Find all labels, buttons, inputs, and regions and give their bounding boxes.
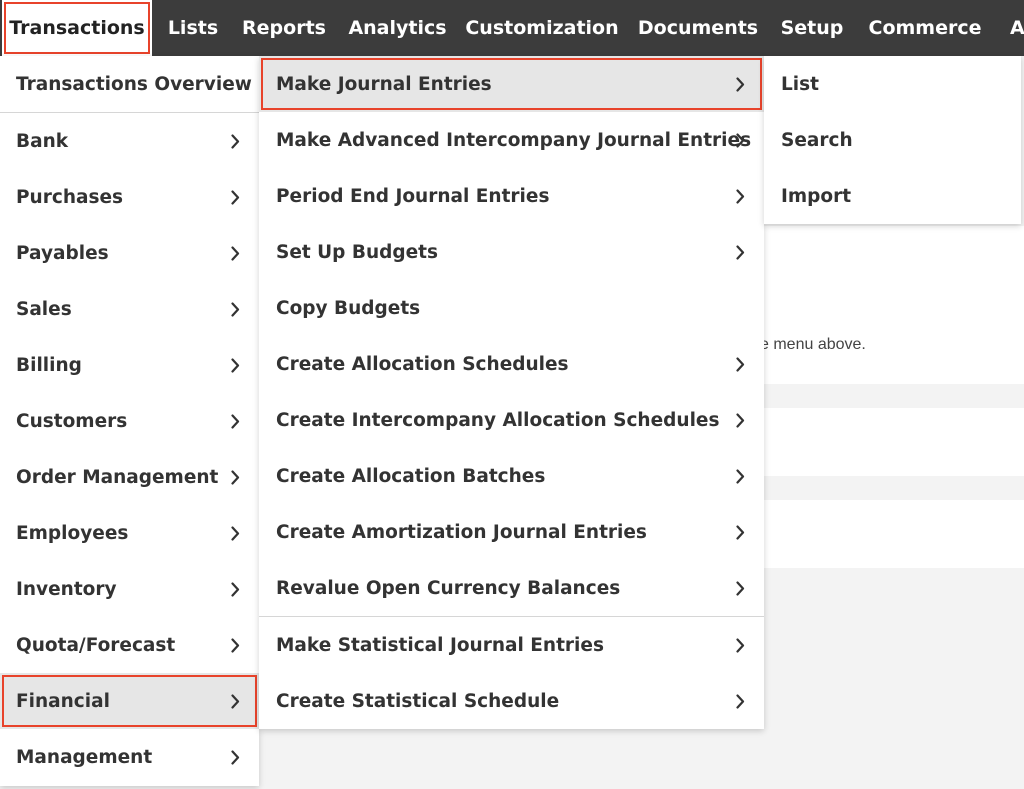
menu-item-amortization-journal[interactable]: Create Amortization Journal Entries [259,504,764,560]
chevron-right-icon [732,580,748,596]
menu-item-label: Period End Journal Entries [276,185,550,207]
menu-item-label: Create Statistical Schedule [276,690,560,712]
chevron-right-icon [227,637,243,653]
menu-item-label: Copy Budgets [276,297,421,319]
menu-item-statistical-schedule[interactable]: Create Statistical Schedule [259,673,764,729]
nav-lists[interactable]: Lists [158,0,228,56]
chevron-right-icon [227,133,243,149]
chevron-right-icon [732,356,748,372]
chevron-right-icon [227,749,243,765]
chevron-right-icon [227,357,243,373]
nav-reports[interactable]: Reports [234,0,334,56]
menu-item-statistical-journal[interactable]: Make Statistical Journal Entries [259,617,764,673]
chevron-right-icon [732,637,748,653]
menu-item-financial[interactable]: Financial [0,673,259,729]
menu-item-label: Order Management [16,466,219,488]
nav-documents[interactable]: Documents [630,0,766,56]
nav-transactions[interactable]: Transactions [2,0,152,56]
menu-item-label: Transactions Overview [16,73,252,95]
menu-item-copy-budgets[interactable]: Copy Budgets [259,280,764,336]
nav-setup[interactable]: Setup [772,0,852,56]
menu-item-label: Employees [16,522,129,544]
menu-item-inventory[interactable]: Inventory [0,561,259,617]
chevron-right-icon [732,188,748,204]
menu-item-revalue-currency-balances[interactable]: Revalue Open Currency Balances [259,560,764,616]
menu-item-bank[interactable]: Bank [0,113,259,169]
menu-item-management[interactable]: Management [0,729,259,785]
chevron-right-icon [732,524,748,540]
page-panel-bottom [760,500,1024,568]
menu-item-label: Make Statistical Journal Entries [276,634,604,656]
menu-item-label: Create Amortization Journal Entries [276,521,647,543]
chevron-right-icon [227,245,243,261]
menu-item-create-allocation-schedules[interactable]: Create Allocation Schedules [259,336,764,392]
chevron-right-icon [732,76,748,92]
menu-item-label: Billing [16,354,82,376]
menu-item-order-management[interactable]: Order Management [0,449,259,505]
menu-item-list[interactable]: List [764,56,1021,112]
menu-item-label: Financial [16,690,110,712]
menu-item-employees[interactable]: Employees [0,505,259,561]
menu-item-advanced-intercompany-journal[interactable]: Make Advanced Intercompany Journal Entri… [259,112,764,168]
chevron-right-icon [732,468,748,484]
menu-item-label: Quota/Forecast [16,634,176,656]
nav-customization[interactable]: Customization [461,0,623,56]
menu-item-period-end-journal[interactable]: Period End Journal Entries [259,168,764,224]
journal-entries-submenu: List Search Import [764,56,1021,224]
menu-item-payables[interactable]: Payables [0,225,259,281]
main-navbar: Transactions Lists Reports Analytics Cus… [0,0,1024,56]
menu-item-create-allocation-batches[interactable]: Create Allocation Batches [259,448,764,504]
menu-item-billing[interactable]: Billing [0,337,259,393]
menu-item-customers[interactable]: Customers [0,393,259,449]
menu-item-transactions-overview[interactable]: Transactions Overview [0,56,259,112]
menu-item-purchases[interactable]: Purchases [0,169,259,225]
chevron-right-icon [732,132,748,148]
menu-item-intercompany-allocation-schedules[interactable]: Create Intercompany Allocation Schedules [259,392,764,448]
chevron-right-icon [732,412,748,428]
menu-item-label: List [781,73,819,95]
chevron-right-icon [227,581,243,597]
page-instruction-text: e menu above. [760,336,866,353]
menu-item-label: Purchases [16,186,124,208]
chevron-right-icon [227,301,243,317]
menu-item-make-journal-entries[interactable]: Make Journal Entries [259,56,764,112]
menu-item-label: Management [16,746,153,768]
menu-item-label: Payables [16,242,109,264]
menu-item-label: Make Advanced Intercompany Journal Entri… [276,129,752,151]
nav-more[interactable]: A [1002,0,1024,56]
nav-commerce[interactable]: Commerce [858,0,992,56]
menu-item-quota-forecast[interactable]: Quota/Forecast [0,617,259,673]
menu-item-sales[interactable]: Sales [0,281,259,337]
menu-item-label: Set Up Budgets [276,241,439,263]
menu-item-label: Import [781,185,852,207]
menu-item-label: Search [781,129,853,151]
menu-item-search[interactable]: Search [764,112,1021,168]
chevron-right-icon [732,693,748,709]
menu-item-set-up-budgets[interactable]: Set Up Budgets [259,224,764,280]
menu-item-label: Create Allocation Schedules [276,353,569,375]
page-panel-top [760,226,1024,384]
chevron-right-icon [227,525,243,541]
chevron-right-icon [227,189,243,205]
chevron-right-icon [227,469,243,485]
menu-item-label: Bank [16,130,69,152]
chevron-right-icon [227,693,243,709]
menu-item-import[interactable]: Import [764,168,1021,224]
transactions-menu: Transactions Overview Bank Purchases Pay… [0,56,259,786]
menu-item-label: Create Allocation Batches [276,465,546,487]
menu-item-label: Make Journal Entries [276,73,492,95]
page-panel-middle [760,408,1024,476]
menu-item-label: Inventory [16,578,117,600]
menu-item-label: Sales [16,298,72,320]
menu-item-label: Create Intercompany Allocation Schedules [276,409,720,431]
financial-submenu: Make Journal Entries Make Advanced Inter… [259,56,764,729]
menu-item-label: Customers [16,410,128,432]
chevron-right-icon [227,413,243,429]
chevron-right-icon [732,244,748,260]
nav-analytics[interactable]: Analytics [340,0,455,56]
menu-item-label: Revalue Open Currency Balances [276,577,621,599]
